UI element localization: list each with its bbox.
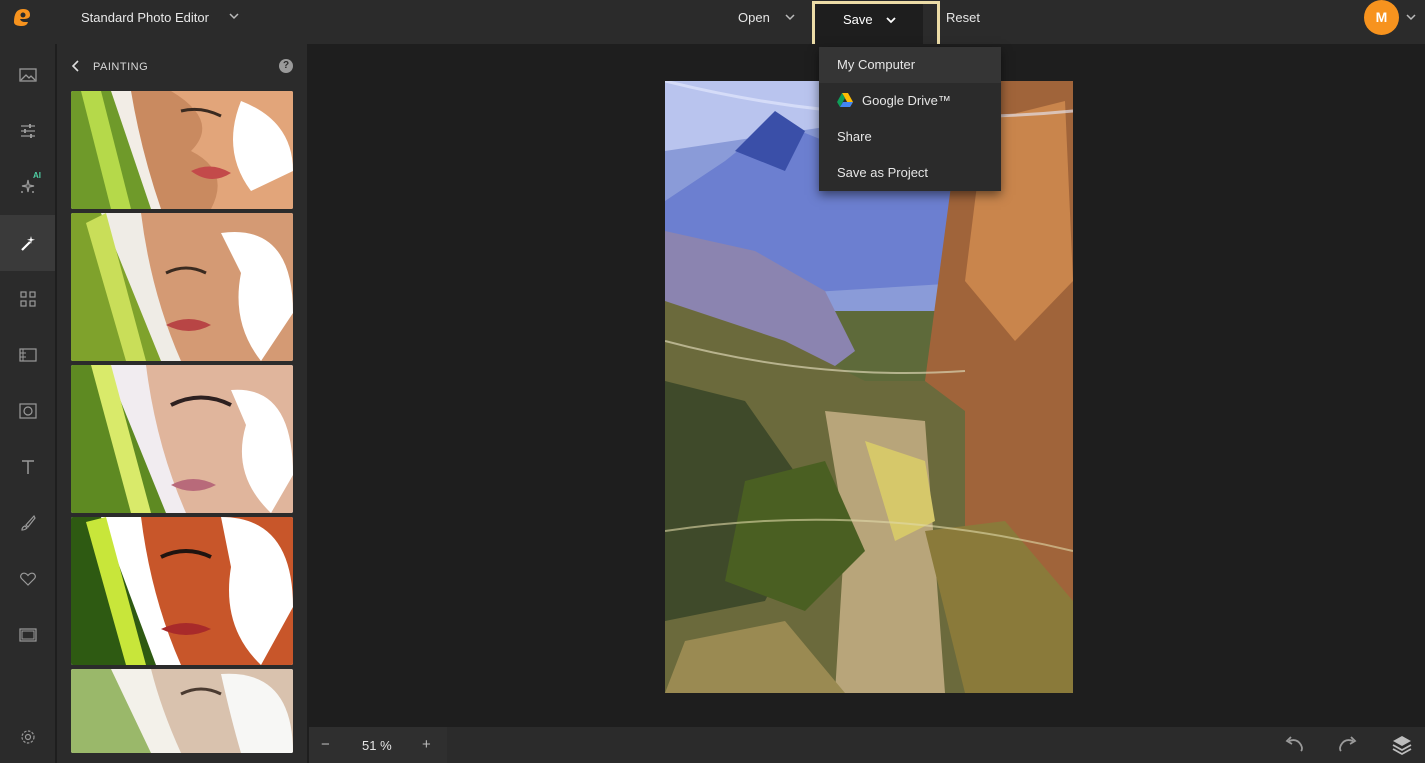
gear-icon xyxy=(20,730,35,744)
sidebar-item-ai[interactable]: AI xyxy=(0,159,55,215)
help-icon[interactable]: ? xyxy=(279,59,293,73)
save-button-divider xyxy=(923,4,937,44)
ai-badge: AI xyxy=(33,171,41,180)
undo-icon[interactable] xyxy=(1283,735,1305,755)
back-chevron-icon[interactable] xyxy=(69,59,83,73)
sidebar-item-graphics[interactable] xyxy=(0,271,55,327)
effect-thumbnail[interactable] xyxy=(71,517,293,665)
top-bar: Standard Photo Editor Open Save Reset M xyxy=(0,0,1425,47)
painting-preview-image xyxy=(71,365,293,513)
sidebar-item-adjust[interactable] xyxy=(0,103,55,159)
grid-icon xyxy=(19,291,36,307)
painting-preview-image xyxy=(71,517,293,665)
panel-title: PAINTING xyxy=(93,61,149,73)
text-icon xyxy=(21,460,34,474)
sidebar-item-favorites[interactable] xyxy=(0,551,55,607)
sidebar-item-text[interactable] xyxy=(0,439,55,495)
editor-mode-title[interactable]: Standard Photo Editor xyxy=(81,10,209,25)
zoom-out-button[interactable]: − xyxy=(321,736,330,753)
effect-thumbnail[interactable] xyxy=(71,365,293,513)
chevron-down-icon[interactable] xyxy=(1405,11,1417,23)
user-avatar[interactable]: M xyxy=(1364,0,1399,35)
brush-icon xyxy=(20,514,36,531)
texture-icon xyxy=(18,348,37,362)
layers-icon[interactable] xyxy=(1391,733,1413,757)
app-logo-icon[interactable] xyxy=(11,6,33,28)
frame-icon xyxy=(18,403,37,419)
sidebar-item-image[interactable] xyxy=(0,47,55,103)
tool-sidebar: AI xyxy=(0,44,55,763)
painting-preview-image xyxy=(71,213,293,361)
zoom-level: 51 % xyxy=(362,738,392,753)
google-drive-icon xyxy=(837,93,853,107)
chevron-down-icon[interactable] xyxy=(784,11,796,23)
menu-item-my-computer[interactable]: My Computer xyxy=(819,47,1001,83)
chevron-down-icon xyxy=(886,17,896,24)
painting-preview-image xyxy=(71,669,293,753)
zoom-control: − 51 % + xyxy=(309,727,447,763)
painting-preview-image xyxy=(71,91,293,209)
sidebar-item-layout[interactable] xyxy=(0,607,55,663)
save-dropdown-menu: My Computer Google Drive™ Share Save as … xyxy=(819,47,1001,191)
sidebar-item-draw[interactable] xyxy=(0,495,55,551)
sidebar-item-settings[interactable] xyxy=(0,709,55,763)
sidebar-item-frames[interactable] xyxy=(0,383,55,439)
chevron-down-icon[interactable] xyxy=(228,10,240,22)
open-button[interactable]: Open xyxy=(738,10,770,25)
redo-icon[interactable] xyxy=(1337,735,1359,755)
sidebar-item-textures[interactable] xyxy=(0,327,55,383)
sidebar-item-effects[interactable] xyxy=(0,215,55,271)
effect-thumbnail[interactable] xyxy=(71,213,293,361)
menu-item-share[interactable]: Share xyxy=(819,119,1001,155)
reset-button[interactable]: Reset xyxy=(946,10,980,25)
magic-wand-icon xyxy=(20,236,35,251)
effect-thumbnail[interactable] xyxy=(71,91,293,209)
effect-thumbnail[interactable] xyxy=(71,669,293,753)
save-button[interactable]: Save xyxy=(812,1,940,47)
ai-sparkle-icon xyxy=(20,179,34,193)
zoom-in-button[interactable]: + xyxy=(422,736,431,753)
adjust-sliders-icon xyxy=(20,124,35,138)
menu-item-google-drive[interactable]: Google Drive™ xyxy=(819,83,1001,119)
heart-icon xyxy=(19,572,36,586)
save-button-label: Save xyxy=(843,12,873,27)
layout-icon xyxy=(18,628,37,642)
menu-item-save-as-project[interactable]: Save as Project xyxy=(819,155,1001,191)
bottom-toolbar: − 51 % + xyxy=(309,727,1425,763)
image-icon xyxy=(18,68,37,82)
effects-panel: PAINTING ? xyxy=(57,44,307,763)
